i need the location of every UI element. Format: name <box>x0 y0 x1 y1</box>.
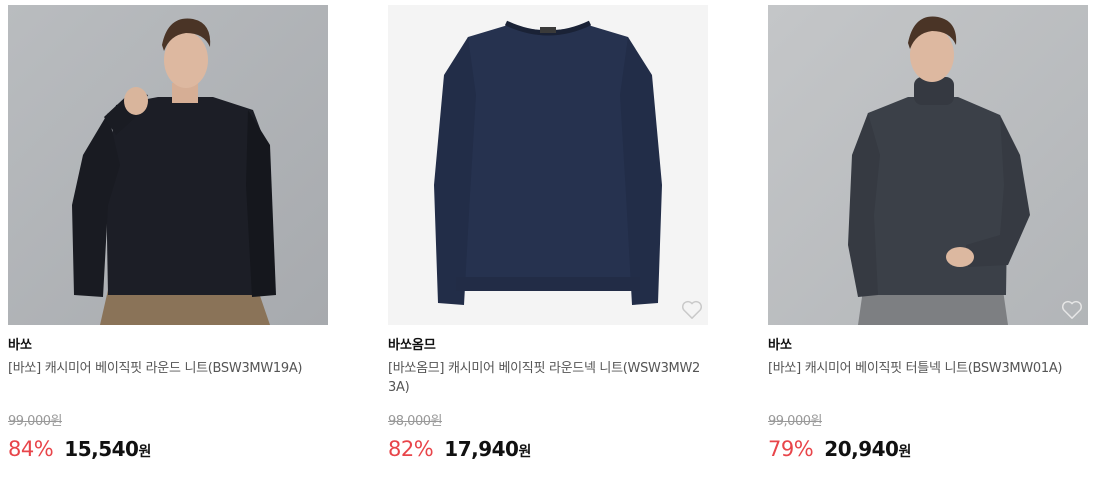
sale-price: 15,540 <box>64 437 139 461</box>
original-price: 99,000원 <box>768 414 822 429</box>
heart-outline-icon[interactable] <box>681 300 703 320</box>
navy-sweater-photo <box>388 5 708 325</box>
original-price: 99,000원 <box>8 414 62 429</box>
brand-name[interactable]: 바쏘옴므 <box>388 337 708 355</box>
product-image[interactable] <box>8 5 328 325</box>
discount-rate: 79% <box>768 437 814 461</box>
original-price: 98,000원 <box>388 414 442 429</box>
heart-outline-icon[interactable] <box>1061 300 1083 320</box>
price-line: 84% 15,540원 <box>8 434 328 464</box>
product-name[interactable]: [바쏘] 캐시미어 베이직핏 라운드 니트(BSW3MW19A) <box>8 359 324 399</box>
discount-rate: 82% <box>388 437 434 461</box>
product-image[interactable] <box>768 5 1088 325</box>
currency-unit: 원 <box>518 444 532 460</box>
currency-unit: 원 <box>898 444 912 460</box>
price-line: 79% 20,940원 <box>768 434 1088 464</box>
product-card[interactable]: 바쏘 [바쏘] 캐시미어 베이직핏 터틀넥 니트(BSW3MW01A) 99,0… <box>768 5 1088 464</box>
discount-rate: 84% <box>8 437 54 461</box>
price-line: 82% 17,940원 <box>388 434 708 464</box>
currency-unit: 원 <box>138 444 152 460</box>
brand-name[interactable]: 바쏘 <box>8 337 328 355</box>
product-card[interactable]: 바쏘 [바쏘] 캐시미어 베이직핏 라운드 니트(BSW3MW19A) 99,0… <box>8 5 328 464</box>
product-name[interactable]: [바쏘] 캐시미어 베이직핏 터틀넥 니트(BSW3MW01A) <box>768 359 1084 399</box>
product-name[interactable]: [바쏘옴므] 캐시미어 베이직핏 라운드넥 니트(WSW3MW23A) <box>388 359 704 399</box>
model-charcoal-turtleneck-photo <box>768 5 1088 325</box>
model-black-sweater-photo <box>8 5 328 325</box>
product-card[interactable]: 바쏘옴므 [바쏘옴므] 캐시미어 베이직핏 라운드넥 니트(WSW3MW23A)… <box>388 5 708 464</box>
brand-name[interactable]: 바쏘 <box>768 337 1088 355</box>
product-image[interactable] <box>388 5 708 325</box>
sale-price: 20,940 <box>824 437 899 461</box>
sale-price: 17,940 <box>444 437 519 461</box>
